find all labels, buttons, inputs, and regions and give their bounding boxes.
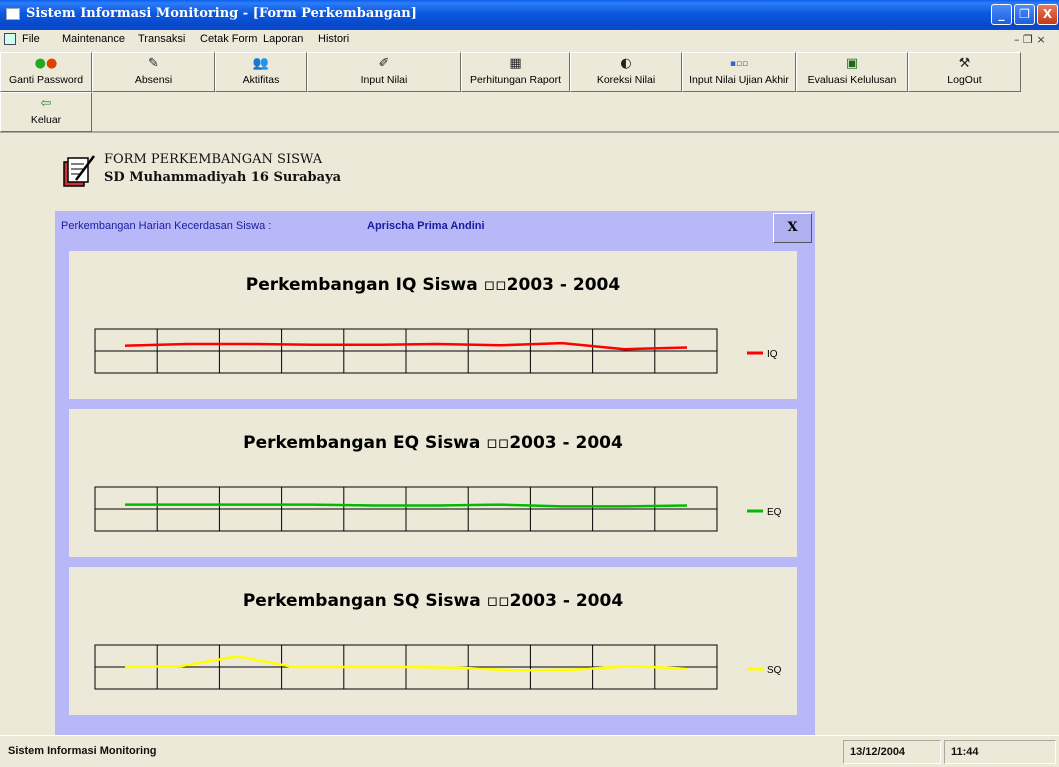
mdi-window-controls[interactable]: – ❐ ×	[1014, 33, 1046, 46]
maximize-button[interactable]: ❐	[1014, 4, 1035, 25]
status-date: 13/12/2004	[843, 740, 941, 764]
pen-icon: ✎	[148, 56, 159, 71]
report-icon: ▦	[509, 56, 522, 71]
student-name: Aprischa Prima Andini	[367, 220, 485, 232]
form-subtitle: SD Muhammadiyah 16 Surabaya	[104, 170, 342, 185]
logout-button[interactable]: ⚒ LogOut	[908, 52, 1021, 92]
menu-histori[interactable]: Histori	[318, 33, 349, 45]
close-window-button[interactable]: X	[1037, 4, 1058, 25]
iq-legend-label: IQ	[767, 349, 778, 360]
aktifitas-button[interactable]: 👥 Aktifitas	[215, 52, 307, 92]
eq-series-line	[125, 503, 688, 508]
minimize-button[interactable]: _	[991, 4, 1012, 25]
app-icon	[6, 8, 20, 20]
panel-label: Perkembangan Harian Kecerdasan Siswa :	[61, 220, 272, 232]
form-title: FORM PERKEMBANGAN SISWA	[104, 152, 323, 167]
status-time: 11:44	[944, 740, 1056, 764]
evaluasi-kelulusan-button[interactable]: ▣ Evaluasi Kelulusan	[796, 52, 908, 92]
ganti-password-button[interactable]: ●● Ganti Password	[0, 52, 92, 92]
sq-chart-plot: SQ	[94, 644, 782, 690]
edit-icon: ✐	[378, 56, 390, 71]
koreksi-nilai-button[interactable]: ◐ Koreksi Nilai	[570, 52, 682, 92]
perhitungan-raport-button[interactable]: ▦ Perhitungan Raport	[461, 52, 570, 92]
status-bar: Sistem Informasi Monitoring 13/12/2004 1…	[0, 735, 1059, 767]
eq-chart: Perkembangan EQ Siswa ▫▫2003 - 2004 EQ	[69, 409, 797, 557]
toolbar: ●● Ganti Password ✎ Absensi 👥 Aktifitas …	[0, 50, 1059, 132]
sq-chart: Perkembangan SQ Siswa ▫▫2003 - 2004 SQ	[69, 567, 797, 715]
menu-file[interactable]: File	[22, 33, 40, 45]
tools-icon: ⚒	[958, 56, 971, 71]
form-logo-icon	[63, 155, 95, 187]
exam-icon: ▪▫▫	[729, 59, 749, 69]
exit-icon: ⇦	[40, 96, 52, 111]
input-nilai-button[interactable]: ✐ Input Nilai	[307, 52, 461, 92]
window-title: Sistem Informasi Monitoring - [Form Perk…	[26, 6, 417, 21]
graduation-icon: ▣	[845, 56, 859, 71]
iq-chart-plot: IQ	[94, 328, 778, 374]
chart-panel: Perkembangan Harian Kecerdasan Siswa : A…	[55, 211, 815, 735]
people-icon: 👥	[252, 56, 270, 71]
menu-transaksi[interactable]: Transaksi	[138, 33, 185, 45]
eq-legend-label: EQ	[767, 507, 782, 518]
menu-laporan[interactable]: Laporan	[263, 33, 303, 45]
menu-maintenance[interactable]: Maintenance	[62, 33, 125, 45]
mdi-child-icon[interactable]	[4, 33, 16, 45]
status-app-name: Sistem Informasi Monitoring	[8, 745, 157, 757]
absensi-button[interactable]: ✎ Absensi	[92, 52, 215, 92]
panel-close-button[interactable]: X	[773, 213, 812, 243]
eq-chart-plot: EQ	[94, 486, 782, 532]
input-nilai-ujian-akhir-button[interactable]: ▪▫▫ Input Nilai Ujian Akhir	[682, 52, 796, 92]
iq-chart: Perkembangan IQ Siswa ▫▫2003 - 2004 IQ	[69, 251, 797, 399]
menu-cetak-form[interactable]: Cetak Form	[200, 33, 257, 45]
sq-legend-label: SQ	[767, 665, 782, 676]
key-icon: ●●	[34, 56, 58, 71]
title-bar[interactable]: Sistem Informasi Monitoring - [Form Perk…	[0, 0, 1059, 30]
keluar-button[interactable]: ⇦ Keluar	[0, 92, 92, 132]
menu-bar: File Maintenance Transaksi Cetak Form La…	[0, 30, 1059, 50]
panel-header: Perkembangan Harian Kecerdasan Siswa : A…	[55, 211, 815, 243]
correction-icon: ◐	[620, 56, 632, 71]
